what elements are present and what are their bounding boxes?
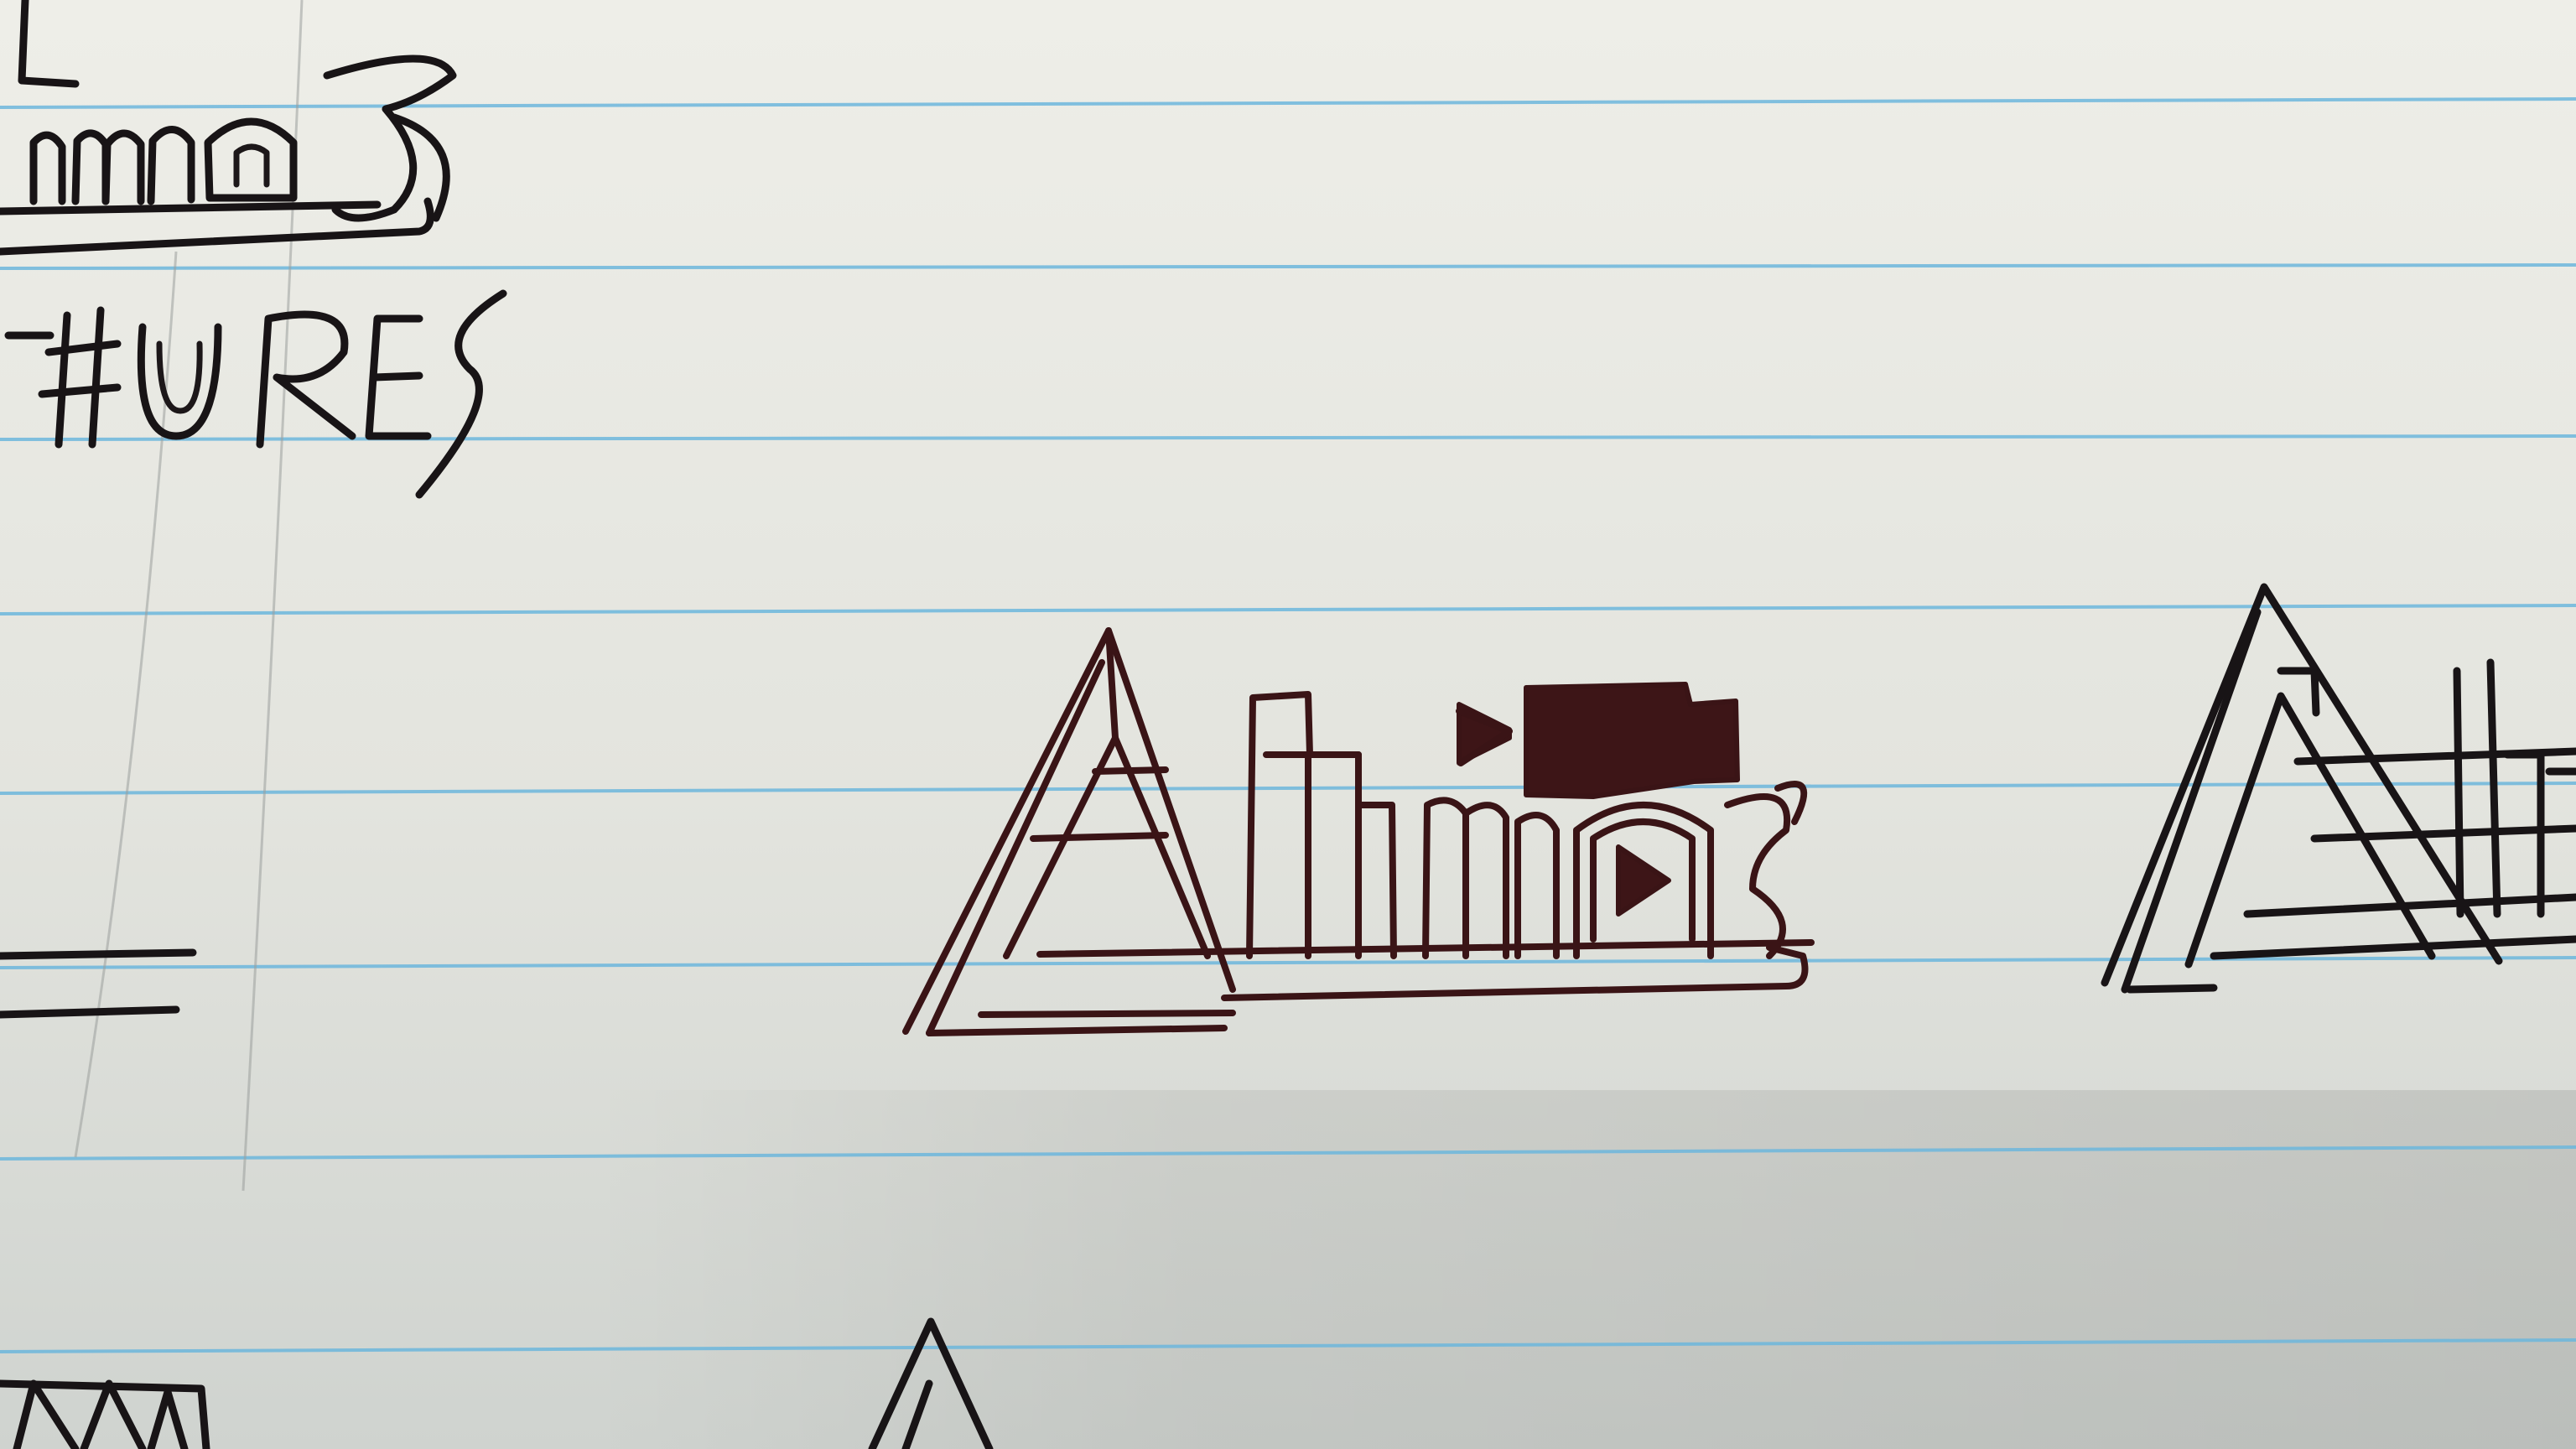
notebook-photo (0, 0, 2576, 1449)
notebook-page (0, 0, 2576, 1449)
paper-shadow (587, 1090, 2576, 1449)
